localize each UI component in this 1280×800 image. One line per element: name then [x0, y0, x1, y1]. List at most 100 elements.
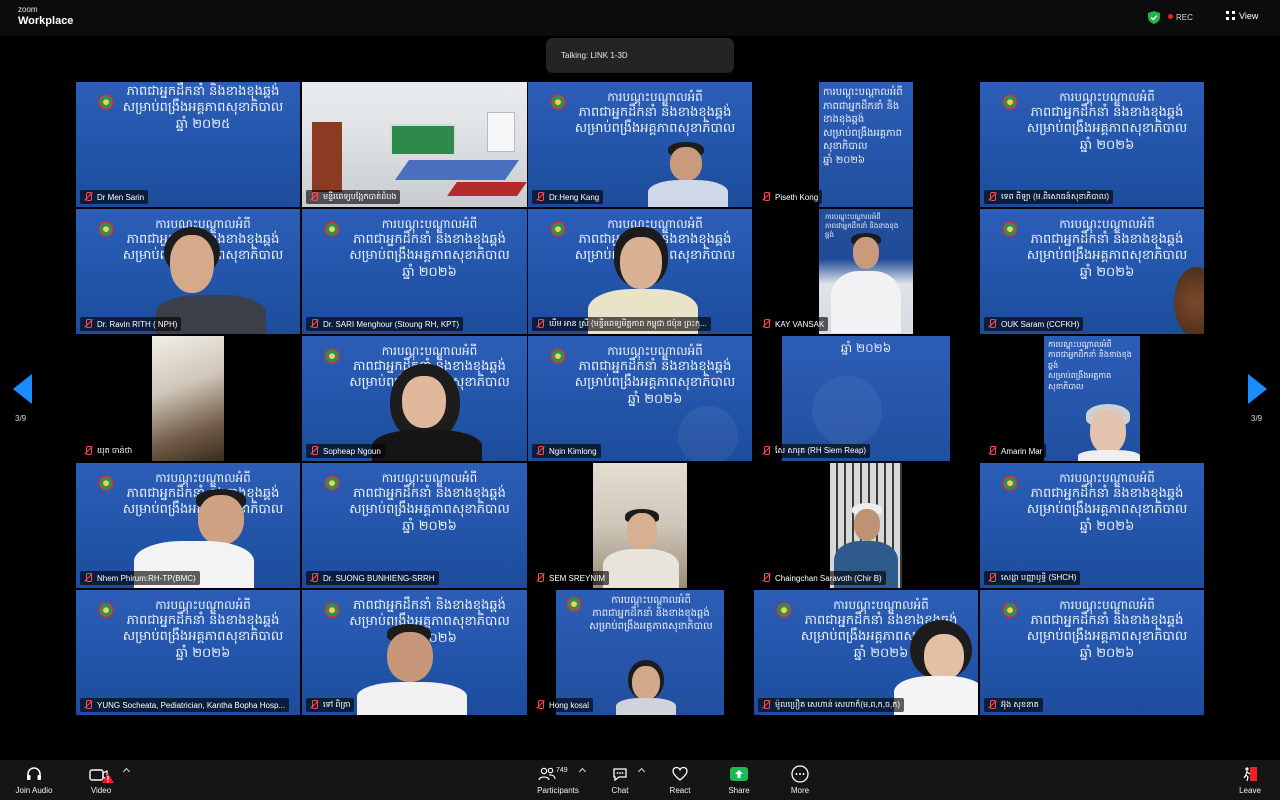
muted-mic-icon — [308, 191, 320, 203]
participant-name-tag: ទៅ ពិត្រា — [306, 698, 355, 712]
video-tile[interactable]: ការបណ្ដុះបណ្ដាលអំពី ភាពជាអ្នកដឹកនាំ និងខ… — [528, 336, 752, 461]
video-tile[interactable]: ការបណ្ដុះបណ្ដាលអំពី ភាពជាអ្នកដឹកនាំ និងខ… — [528, 209, 752, 334]
muted-mic-icon — [986, 445, 998, 457]
slide-line: ការបណ្ដុះបណ្ដាលអំពី — [155, 471, 251, 485]
participant-name: Dr. Ravin RITH ( NPH) — [97, 319, 178, 329]
participant-name: Ngin Kimlong — [549, 446, 597, 456]
encryption-shield-icon[interactable] — [1148, 11, 1160, 24]
participant-name: សេដ្ឋា បញ្ញាឫទ្ធិ (SHCH) — [1001, 573, 1077, 582]
react-label: React — [669, 786, 691, 795]
video-button[interactable]: Video — [84, 765, 118, 795]
video-tile[interactable]: SEM SREYNIM — [528, 463, 752, 588]
participant-name-tag: Dr. SARI Menghour (Stoung RH, KPT) — [306, 317, 464, 331]
slide-line: ការបណ្ដុះបណ្ដាលអំពី — [1059, 217, 1155, 231]
room-window — [487, 112, 515, 152]
video-tile[interactable]: ការបណ្ដុះបណ្ដាលអំពី ភាពជាអ្នកដឹកនាំ និងខ… — [76, 463, 300, 588]
view-button[interactable]: View — [1226, 11, 1258, 21]
video-camera-off-icon — [89, 769, 114, 783]
shared-slide: ការបណ្ដុះបណ្ដាលអំពី ភាពជាអ្នកដឹកនាំ និងខ… — [1020, 598, 1194, 662]
top-bar: zoom Workplace REC View — [0, 0, 1280, 36]
more-button[interactable]: More — [786, 765, 814, 795]
participant-name-tag: OUK Saram (CCFKH) — [984, 317, 1084, 331]
slide-line: ឆ្នាំ ២០២៦ — [823, 154, 865, 166]
video-tile[interactable]: ការបណ្ដុះបណ្ដាលអំពី ភាពជាអ្នកដឹកនាំ និងខ… — [302, 336, 527, 461]
participant-name: SEM SREYNIM — [549, 573, 606, 583]
participant-name: ឃឹម អាន ស្រី (មន្ទីរពេទ្យមិត្តភាព កម្ពុជ… — [549, 319, 707, 328]
video-tile[interactable]: មន្ទីរពេទ្យបង្អែកបាត់ដំបង — [302, 82, 527, 207]
video-tile[interactable]: ការបណ្ដុះបណ្ដាលអំពី ភាពជាអ្នកដឹកនាំ និងខ… — [980, 209, 1204, 334]
video-tile[interactable]: ការបណ្ដុះបណ្ដាលអំពី ភាពជាអ្នកដឹកនាំ និងខ… — [302, 209, 527, 334]
zoom-logo: zoom Workplace — [18, 6, 73, 27]
shared-slide: ការបណ្ដុះបណ្ដាលអំពី ភាពជាអ្នកដឹកនាំ និងខ… — [1020, 471, 1194, 535]
video-options-caret-icon[interactable] — [122, 767, 131, 776]
muted-mic-icon — [986, 699, 998, 711]
participant-name-tag: Dr.Heng Kang — [532, 190, 604, 204]
video-tile[interactable]: ការបណ្ដុះបណ្ដាលអំពី ភាពជាអ្នកដឹកនាំ និងខ… — [980, 590, 1204, 715]
join-audio-button[interactable]: Join Audio — [12, 765, 56, 795]
conference-table — [394, 160, 520, 180]
slide-line: សម្រាប់ពង្រឹងអគ្គភាពសុខាភិបាល — [349, 248, 510, 264]
shared-slide-crop: ការបណ្ដុះបណ្ដាលអំពី ភាពជាអ្នកដឹកនាំ និងខ… — [556, 590, 724, 715]
heart-icon — [672, 766, 688, 781]
video-tile[interactable]: ការបណ្ដុះបណ្ដាលអំពី ភាពជាអ្នកដឹកនាំ និងខ… — [528, 590, 752, 715]
react-button[interactable]: React — [664, 765, 696, 795]
slide-line: ភាពជាអ្នកដឹកនាំ និងខាងខុងឆ្ពង់ — [1030, 232, 1184, 247]
slide-line: ភាពជាអ្នកដឹកនាំ និងខាងខុងឆ្ពង់ — [1030, 613, 1184, 628]
leave-button[interactable]: Leave — [1236, 765, 1264, 795]
slide-line: សម្រាប់ពង្រឹងអគ្គភាពសុខាភិបាល — [1026, 248, 1188, 264]
video-tile[interactable]: ការបណ្ដុះបណ្ដាលអំពី ភាពជាអ្នកដឹកនាំ និងខ… — [528, 82, 752, 207]
slide-line: ការបណ្ដុះបណ្ដាលអំពី — [1059, 598, 1155, 612]
video-tile[interactable]: ភាពជាអ្នកដឹកនាំ និងខាងខុងឆ្ពង់ សម្រាប់ពង… — [76, 82, 300, 207]
slide-line: ភាពជាអ្នកដឹកនាំ និងខាងខុងឆ្ពង់ — [578, 359, 732, 374]
leave-label: Leave — [1239, 786, 1261, 795]
participant-name: OUK Saram (CCFKH) — [1001, 319, 1080, 329]
shared-slide-crop: ឆ្នាំ ២០២៦ — [782, 336, 950, 461]
leave-door-icon — [1243, 767, 1257, 782]
video-tile[interactable]: ការបណ្ដុះបណ្ដាលអំពី ភាពជាអ្នកដឹកនាំ និងខ… — [980, 336, 1204, 461]
video-tile[interactable]: យុត ចាន់ថា — [76, 336, 300, 461]
video-tile[interactable]: Chaingchan Saravoth (Chir B) — [754, 463, 978, 588]
slide-line: ភាពជាអ្នកដឹកនាំ និងខាងខុងឆ្ពង់ — [1030, 486, 1184, 501]
chairs — [447, 182, 527, 196]
participant-name: Sopheap Ngoun — [323, 446, 381, 456]
video-tile[interactable]: ការបណ្ដុះបណ្ដាលអំពី ភាពជាអ្នកដឹកនាំ និងខ… — [754, 209, 978, 334]
participant-name-tag: YUNG Socheata, Pediatrician, Kantha Boph… — [80, 698, 290, 712]
share-button[interactable]: Share — [724, 765, 754, 795]
video-tile[interactable]: ការបណ្ដុះបណ្ដាលអំពី ភាពជាអ្នកដឹកនាំ និងខ… — [302, 463, 527, 588]
room-door — [312, 122, 342, 192]
video-tile[interactable]: ឆ្នាំ ២០២៦ សែ សារុត (RH Siem Reap) — [754, 336, 978, 461]
video-tile[interactable]: ការបណ្ដុះបណ្ដាលអំពី ភាពជាអ្នកដឹកនាំ និងខ… — [980, 82, 1204, 207]
chat-options-caret-icon[interactable] — [637, 767, 646, 776]
next-page-arrow-icon[interactable] — [1248, 374, 1267, 404]
slide-line: ការបណ្ដុះបណ្ដាលអំពី — [611, 595, 691, 606]
slide-line: ភាពជាអ្នកដឹកនាំ និងខាងខុងឆ្ពង់ — [353, 232, 506, 247]
video-tile[interactable]: ការបណ្ដុះបណ្ដាលអំពី ភាពជាអ្នកដឹកនាំ និងខ… — [754, 590, 978, 715]
participant-name-tag: ម៉ូលប្រឿត សេហាន់ សេហាក៏(ម,ព,ក,ច,ក) — [758, 698, 904, 712]
participant-name-tag: អ៊ុង សុខនាត — [984, 698, 1043, 712]
participant-name: Piseth Kong — [775, 192, 819, 202]
headphones-icon — [27, 767, 41, 780]
participant-name-tag: Sopheap Ngoun — [306, 444, 385, 458]
participants-button[interactable]: 749 Participants — [530, 765, 586, 795]
chat-label: Chat — [611, 786, 629, 795]
rec-label: REC — [1176, 13, 1193, 22]
participant-name-tag: Piseth Kong — [758, 190, 823, 204]
previous-page-arrow-icon[interactable] — [13, 374, 32, 404]
chat-button[interactable]: Chat — [605, 765, 635, 795]
video-tile[interactable]: ភាពជាអ្នកដឹកនាំ និងខាងខុងឆ្ពង់ សម្រាប់ពង… — [302, 590, 527, 715]
chat-bubble-icon — [613, 768, 627, 782]
participant-video-portrait — [593, 463, 687, 588]
video-tile[interactable]: ការបណ្ដុះបណ្ដាលអំពី ភាពជាអ្នកដឹកនាំ និងខ… — [980, 463, 1204, 588]
participant-name-tag: Dr Men Sarin — [80, 190, 149, 204]
participant-name: Dr.Heng Kang — [549, 192, 600, 202]
slide-line: សម្រាប់ពង្រឹងអគ្គភាពសុខាភិបាល — [122, 629, 284, 645]
participants-icon-wrap: 749 — [538, 765, 578, 783]
slide-line: ឆ្នាំ ២០២៦ — [1079, 645, 1135, 661]
slide-line: ការបណ្ដុះបណ្ដាលអំពី — [381, 217, 478, 231]
video-tile[interactable]: ការបណ្ដុះបណ្ដាលអំពី ភាពជាអ្នកដឹកនាំ និងខ… — [754, 82, 978, 207]
video-tile[interactable]: ការបណ្ដុះបណ្ដាលអំពី ភាពជាអ្នកដឹកនាំ និងខ… — [76, 590, 300, 715]
recording-indicator[interactable]: REC — [1168, 13, 1193, 22]
muted-mic-icon — [986, 191, 998, 203]
ministry-logo-icon — [566, 596, 582, 614]
video-tile[interactable]: ការបណ្ដុះបណ្ដាលអំពី ភាពជាអ្នកដឹកនាំ និងខ… — [76, 209, 300, 334]
